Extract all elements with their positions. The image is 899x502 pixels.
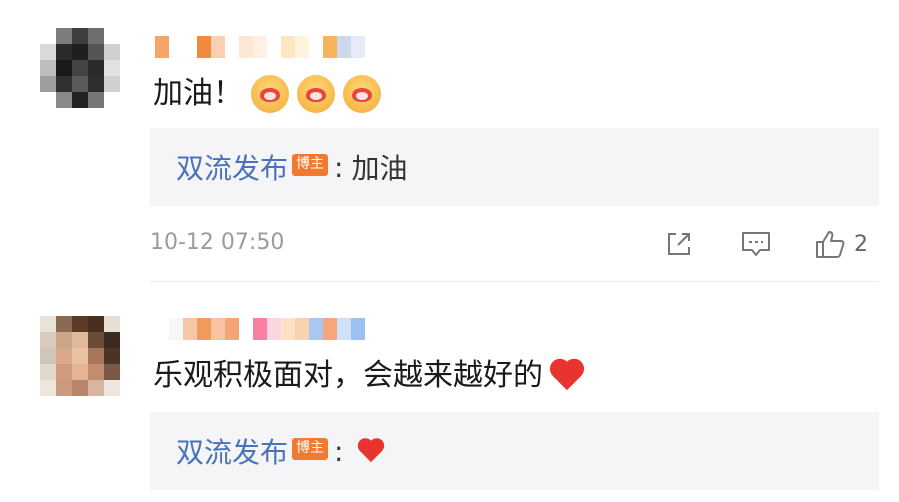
- like-count: 2: [854, 231, 868, 257]
- red-heart-icon: [357, 439, 385, 463]
- comment-item: 乐观积极面对，会越来越好的 双流发布 博主 :: [0, 282, 899, 502]
- share-icon: [668, 233, 690, 255]
- author-reply[interactable]: 双流发布 博主 :: [150, 412, 879, 490]
- comment-meta: 10-12 07:50 2: [0, 224, 899, 264]
- hug-emoji-icon: [343, 75, 381, 113]
- hug-emoji-icon: [297, 75, 335, 113]
- reply-author-link[interactable]: 双流发布: [176, 431, 288, 471]
- comment-button[interactable]: [740, 228, 772, 260]
- reply-author-link[interactable]: 双流发布: [176, 147, 288, 187]
- author-reply[interactable]: 双流发布 博主 : 加油: [150, 128, 879, 206]
- comment-text: 乐观积极面对，会越来越好的: [153, 356, 585, 396]
- reply-text: 加油: [351, 152, 408, 185]
- comment-item: 加油！ 双流发布 博主 : 加油 10-12 07:50 2: [0, 0, 899, 282]
- thumbs-up-icon: [816, 231, 845, 258]
- share-button[interactable]: [664, 228, 694, 260]
- blogger-badge: 博主: [292, 154, 329, 176]
- blogger-badge: 博主: [292, 438, 329, 460]
- red-heart-icon: [549, 360, 585, 392]
- reply-separator: :: [334, 434, 344, 468]
- reply-separator: :: [334, 150, 344, 184]
- like-button[interactable]: 2: [814, 228, 868, 260]
- comment-text: 加油！: [153, 74, 381, 114]
- avatar[interactable]: [40, 316, 120, 396]
- username-blurred[interactable]: [155, 318, 365, 340]
- comment-timestamp: 10-12 07:50: [150, 230, 285, 255]
- hug-emoji-icon: [251, 75, 289, 113]
- comment-text-content: 加油！: [153, 76, 243, 111]
- avatar[interactable]: [40, 28, 120, 108]
- comment-icon: [742, 232, 770, 256]
- username-blurred[interactable]: [155, 36, 365, 58]
- comment-text-content: 乐观积极面对，会越来越好的: [153, 358, 543, 393]
